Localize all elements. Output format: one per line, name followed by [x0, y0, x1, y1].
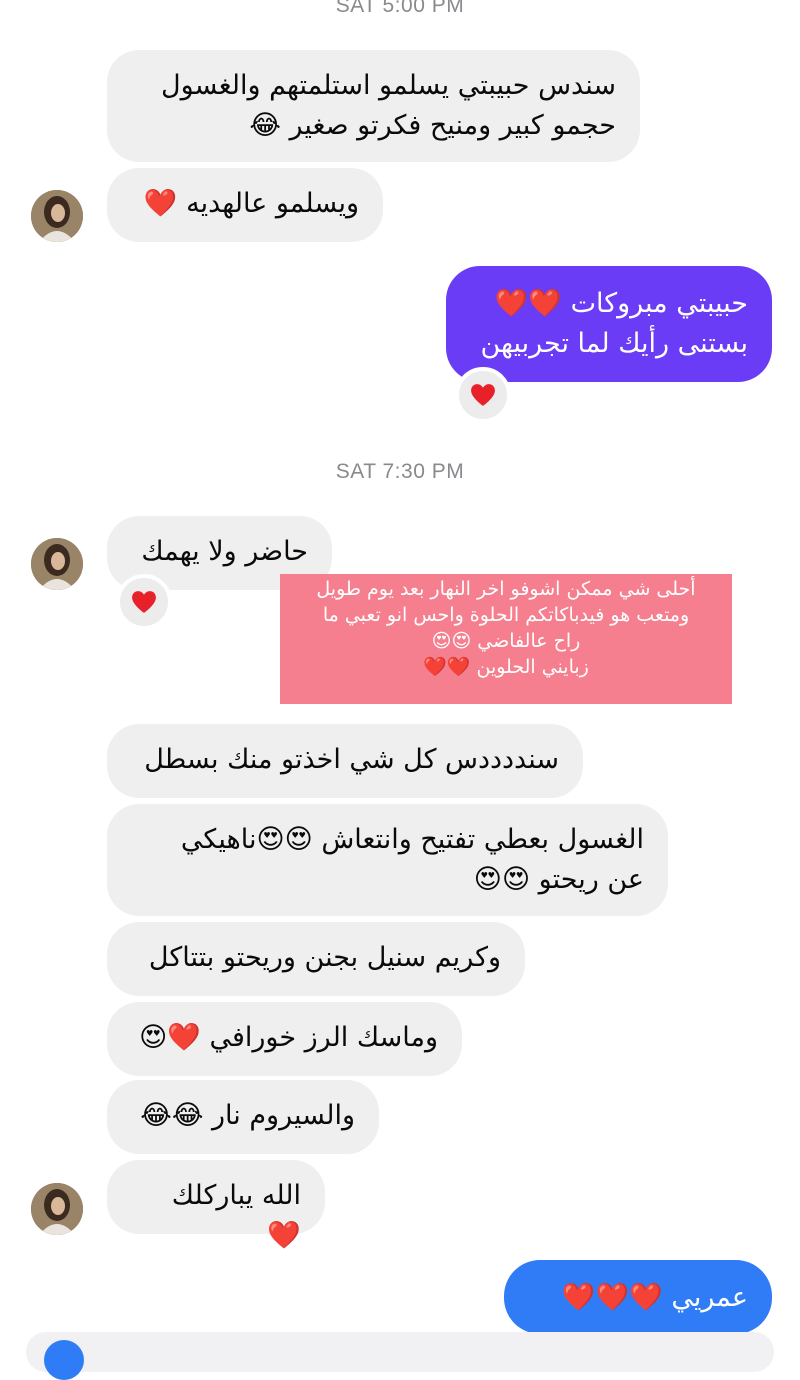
message-bubble-incoming[interactable]: الله يباركلك ❤️ [107, 1160, 325, 1251]
avatar[interactable] [31, 1183, 83, 1235]
text-overlay-banner: أحلى شي ممكن اشوفو اخر النهار بعد يوم طو… [280, 574, 732, 704]
profile-photo [31, 1183, 83, 1235]
camera-button[interactable] [44, 1340, 84, 1380]
message-bubble-outgoing[interactable]: عمريي ❤️❤️❤️ [504, 1260, 772, 1334]
message-bubble-incoming[interactable]: وماسك الرز خورافي ❤️😍 [107, 1002, 462, 1076]
timestamp: SAT 5:00 PM [335, 0, 465, 17]
reaction-badge[interactable] [116, 574, 172, 630]
profile-photo [31, 190, 83, 242]
message-bubble-incoming[interactable]: وكريم سنيل بجنن وريحتو بتتاكل [107, 922, 525, 996]
message-bubble-incoming[interactable]: والسيروم نار 😂😂 [107, 1080, 379, 1154]
message-bubble-incoming[interactable]: ويسلمو عالهديه ❤️ [107, 168, 383, 242]
message-composer[interactable] [26, 1332, 774, 1372]
timestamp: SAT 7:30 PM [335, 460, 465, 483]
heart-icon [132, 591, 156, 613]
heart-icon [471, 384, 495, 406]
message-bubble-incoming[interactable]: سندس حبيبتي يسلمو استلمتهم والغسول حجمو … [107, 50, 640, 162]
avatar[interactable] [31, 538, 83, 590]
message-bubble-outgoing[interactable]: حبيبتي مبروكات ❤️❤️ بستنى رأيك لما تجربي… [446, 266, 772, 382]
message-bubble-incoming[interactable]: سنددددس كل شي اخذتو منك بسطل [107, 724, 583, 798]
avatar[interactable] [31, 190, 83, 242]
reaction-badge[interactable] [455, 367, 511, 423]
message-bubble-incoming[interactable]: الغسول بعطي تفتيح وانتعاش 😍😍ناهيكي عن ري… [107, 804, 668, 916]
profile-photo [31, 538, 83, 590]
